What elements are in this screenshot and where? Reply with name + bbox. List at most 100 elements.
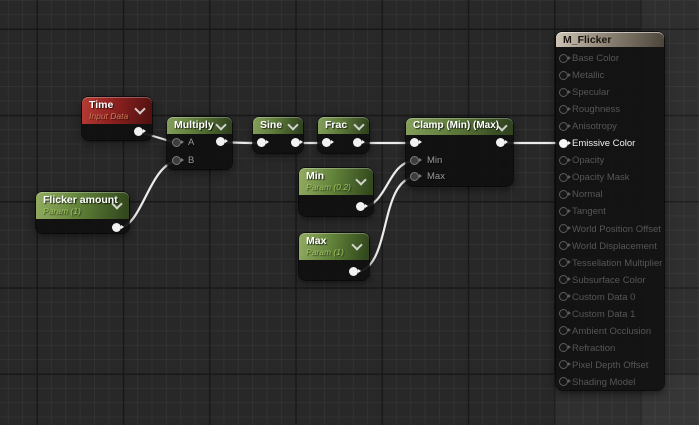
material-pin-row: Custom Data 0 (556, 288, 664, 305)
material-pin-label: Custom Data 0 (572, 291, 636, 303)
material-pin-row: World Position Offset (556, 220, 664, 237)
material-title: M_Flicker (563, 34, 612, 46)
frac-output-pin[interactable] (353, 138, 365, 147)
material-input-pin[interactable] (558, 172, 571, 182)
pin-label: B (188, 155, 195, 166)
material-input-pin[interactable] (558, 360, 571, 370)
material-pin-label: Subsurface Color (572, 274, 646, 286)
material-pin-row: Tangent (556, 203, 664, 220)
node-time[interactable]: Time Input Data (82, 97, 152, 140)
material-pin-label: Anisotropy (572, 121, 617, 133)
material-pin-row: Opacity (556, 152, 664, 169)
material-input-pin[interactable] (558, 309, 571, 319)
material-pin-row: Tessellation Multiplier (556, 254, 664, 271)
multiply-input-b-pin[interactable] (172, 156, 184, 165)
material-pin-label: Roughness (572, 104, 621, 116)
material-pin-label: Refraction (572, 342, 616, 354)
material-pin-label: World Displacement (572, 240, 657, 252)
frac-input-pin[interactable] (322, 138, 334, 147)
material-input-pin[interactable] (558, 104, 571, 114)
material-pin-row: Metallic (556, 67, 664, 84)
material-input-pin[interactable] (558, 189, 571, 199)
clamp-max-pin[interactable] (410, 172, 422, 181)
pin-label: Max (427, 171, 445, 182)
material-input-pin[interactable] (558, 138, 571, 148)
sine-output-pin[interactable] (291, 138, 303, 147)
material-input-pin[interactable] (558, 87, 571, 97)
material-pin-label: Opacity Mask (572, 172, 630, 184)
material-pin-label: Pixel Depth Offset (572, 359, 649, 371)
material-pin-row: Roughness (556, 101, 664, 118)
max-param-output-pin[interactable] (349, 267, 361, 276)
material-pin-label: Tangent (572, 206, 606, 218)
clamp-output-pin[interactable] (496, 138, 508, 147)
material-input-pin[interactable] (558, 343, 571, 353)
material-pin-row: Refraction (556, 339, 664, 356)
node-time-header[interactable]: Time Input Data (82, 97, 152, 124)
node-clamp[interactable]: Clamp (Min) (Max) Min Max (406, 118, 513, 186)
time-output-pin[interactable] (134, 127, 146, 136)
material-input-pin[interactable] (558, 241, 571, 251)
material-pin-row: Ambient Occlusion (556, 322, 664, 339)
material-input-pin[interactable] (558, 206, 571, 216)
material-pin-row: Custom Data 1 (556, 305, 664, 322)
material-input-pin[interactable] (558, 326, 571, 336)
flicker-amount-output-pin[interactable] (112, 223, 124, 232)
node-flicker-amount-header[interactable]: Flicker amount Param (1) (36, 192, 129, 219)
clamp-min-pin[interactable] (410, 156, 422, 165)
node-sine-header[interactable]: Sine (253, 117, 303, 134)
material-pin-row: Specular (556, 84, 664, 101)
min-param-output-pin[interactable] (356, 202, 368, 211)
node-flicker-amount[interactable]: Flicker amount Param (1) (36, 192, 129, 233)
material-pin-label: Metallic (572, 70, 605, 82)
material-pin-row: Pixel Depth Offset (556, 356, 664, 373)
material-pin-label: Custom Data 1 (572, 308, 636, 320)
node-clamp-header[interactable]: Clamp (Min) (Max) (406, 118, 513, 135)
material-input-pin[interactable] (558, 224, 571, 233)
material-pin-row: Base Color (556, 50, 664, 67)
material-graph-canvas[interactable]: Time Input Data Multiply A B Sine Frac C… (0, 0, 699, 425)
node-frac-header[interactable]: Frac (318, 117, 369, 134)
node-multiply-header[interactable]: Multiply (167, 117, 232, 134)
material-pin-row: Emissive Color (556, 135, 664, 152)
node-min-param-header[interactable]: Min Param (0.2) (299, 168, 373, 195)
material-input-pin[interactable] (558, 155, 571, 165)
node-max-param[interactable]: Max Param (1) (299, 233, 369, 280)
clamp-input-pin[interactable] (410, 138, 422, 147)
sine-input-pin[interactable] (257, 138, 269, 147)
material-pin-label: Shading Model (572, 376, 636, 388)
material-input-pin[interactable] (558, 292, 571, 302)
material-pin-row: Normal (556, 186, 664, 203)
node-multiply[interactable]: Multiply A B (167, 117, 232, 169)
node-sine[interactable]: Sine (253, 117, 303, 153)
node-subtitle: Param (1) (43, 206, 81, 216)
node-min-param[interactable]: Min Param (0.2) (299, 168, 373, 216)
node-frac[interactable]: Frac (318, 117, 369, 153)
material-input-pin[interactable] (558, 53, 571, 63)
pin-label: A (188, 137, 195, 148)
material-input-pin[interactable] (558, 377, 571, 387)
material-input-pin[interactable] (558, 121, 571, 131)
material-pin-label: Emissive Color (572, 138, 636, 150)
material-pin-row: Subsurface Color (556, 271, 664, 288)
node-material-result[interactable]: M_Flicker Base Color Metallic Specular Roug… (556, 32, 664, 390)
material-pin-label: Tessellation Multiplier (572, 257, 663, 269)
multiply-output-pin[interactable] (216, 137, 228, 146)
material-pin-label: Ambient Occlusion (572, 325, 652, 337)
material-pin-row: Anisotropy (556, 118, 664, 135)
material-input-pin[interactable] (558, 275, 571, 285)
material-pin-row: Shading Model (556, 373, 664, 390)
multiply-input-a-pin[interactable] (172, 138, 184, 147)
material-pin-label: World Position Offset (572, 223, 661, 235)
material-input-pin[interactable] (558, 258, 571, 268)
node-title: Clamp (Min) (Max) (413, 120, 500, 131)
material-pin-label: Opacity (572, 155, 605, 167)
material-pin-row: Opacity Mask (556, 169, 664, 186)
material-input-pin[interactable] (558, 70, 571, 80)
material-pin-label: Specular (572, 87, 610, 99)
node-max-param-header[interactable]: Max Param (1) (299, 233, 369, 260)
material-node-header[interactable]: M_Flicker (556, 32, 664, 47)
material-pin-row: World Displacement (556, 237, 664, 254)
pin-label: Min (427, 155, 443, 166)
material-pin-label: Base Color (572, 53, 619, 64)
